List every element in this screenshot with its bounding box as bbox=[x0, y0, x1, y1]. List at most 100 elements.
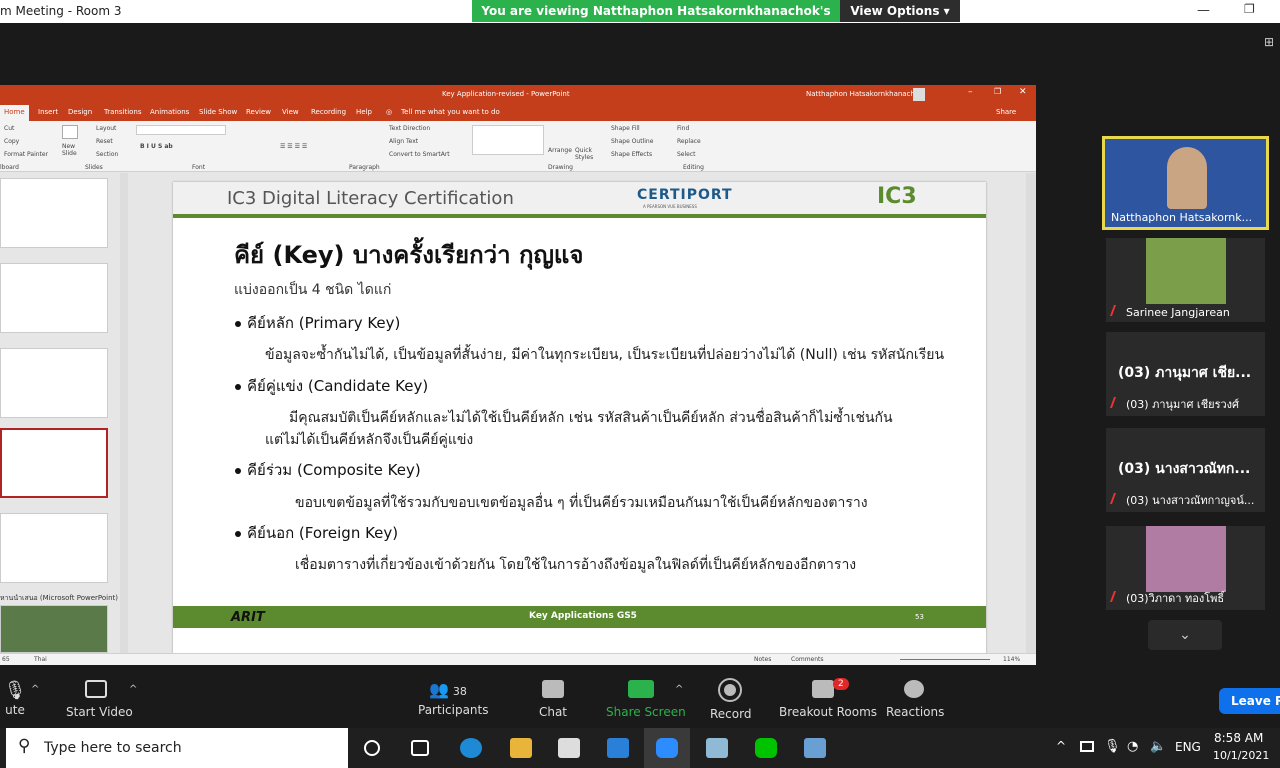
tab-recording[interactable]: Recording bbox=[311, 108, 346, 116]
reactions-button[interactable]: Reactions bbox=[886, 680, 944, 719]
font-name-field[interactable] bbox=[136, 125, 226, 135]
shape-effects-button[interactable]: Shape Effects bbox=[611, 151, 652, 158]
name-tile[interactable]: (03) ภานุมาศ เชีย... (03) ภานุมาศ เชียรว… bbox=[1106, 332, 1265, 416]
replace-button[interactable]: Replace bbox=[677, 138, 701, 145]
task-view-icon[interactable] bbox=[411, 740, 429, 756]
network-icon[interactable] bbox=[1080, 741, 1094, 752]
zoom-level[interactable]: 114% bbox=[1003, 656, 1020, 663]
chevron-up-icon[interactable]: ^ bbox=[675, 684, 683, 695]
slide-scrollbar[interactable] bbox=[1026, 173, 1036, 653]
tab-slideshow[interactable]: Slide Show bbox=[199, 108, 237, 116]
align-text-button[interactable]: Align Text bbox=[389, 138, 418, 145]
edge-icon[interactable] bbox=[460, 738, 482, 758]
view-options-button[interactable]: View Options ▾ bbox=[840, 0, 960, 22]
mute-button[interactable]: 🎙 ute bbox=[0, 680, 30, 717]
taskbar-search[interactable]: Type here to search bbox=[6, 728, 348, 768]
bullet-description: ข้อมูลจะซ้ำกันไม่ได้, เป็นข้อมูลที่สั้นง… bbox=[265, 347, 945, 363]
chevron-up-icon[interactable]: ^ bbox=[129, 684, 137, 695]
slide-thumbnail[interactable] bbox=[0, 513, 108, 583]
participants-button[interactable]: 👥 38 Participants bbox=[418, 680, 489, 717]
quick-styles-button[interactable]: Quick Styles bbox=[575, 147, 599, 161]
clock-date[interactable]: 10/1/2021 bbox=[1213, 749, 1269, 762]
thumbnails-scrollbar[interactable] bbox=[120, 173, 128, 653]
section-caption: หานนำเสนอ (Microsoft PowerPoint) bbox=[0, 594, 119, 602]
video-tile-active-speaker[interactable]: Natthaphon Hatsakornk... bbox=[1102, 136, 1269, 230]
input-language[interactable]: ENG bbox=[1175, 740, 1201, 754]
tab-design[interactable]: Design bbox=[68, 108, 92, 116]
slide-thumbnail[interactable] bbox=[0, 605, 108, 653]
layout-button[interactable]: Layout bbox=[96, 125, 116, 132]
participant-name: (03) ภานุมาศ เชียรวงศ์ bbox=[1109, 395, 1239, 413]
share-screen-button[interactable]: Share Screen bbox=[606, 680, 686, 719]
align-icons[interactable]: ☰ ☰ ☰ ☰ bbox=[280, 143, 307, 150]
shared-powerpoint-window: Key Application-revised - PowerPoint Nat… bbox=[0, 85, 1036, 665]
shape-outline-button[interactable]: Shape Outline bbox=[611, 138, 653, 145]
mic-muted-icon bbox=[1109, 591, 1123, 602]
shape-fill-button[interactable]: Shape Fill bbox=[611, 125, 640, 132]
zoom-icon[interactable] bbox=[656, 738, 678, 758]
mic-icon[interactable]: 🎙 bbox=[1104, 739, 1121, 754]
participant-display-name: (03) นางสาวณัทก... bbox=[1118, 461, 1251, 477]
copy-button[interactable]: Copy bbox=[4, 138, 19, 145]
find-button[interactable]: Find bbox=[677, 125, 689, 132]
notepad-icon[interactable] bbox=[706, 738, 728, 758]
reset-button[interactable]: Reset bbox=[96, 138, 113, 145]
cut-button[interactable]: Cut bbox=[4, 125, 14, 132]
tab-review[interactable]: Review bbox=[246, 108, 271, 116]
clock-time[interactable]: 8:58 AM bbox=[1214, 731, 1263, 745]
wifi-icon[interactable]: ◔ bbox=[1127, 739, 1138, 754]
slide-subtitle: แบ่งออกเป็น 4 ชนิด ไดแก่ bbox=[234, 282, 392, 298]
chevron-up-icon[interactable]: ^ bbox=[31, 684, 39, 695]
share-button[interactable]: Share bbox=[996, 108, 1016, 116]
comments-button[interactable]: Comments bbox=[791, 656, 824, 663]
shapes-gallery[interactable] bbox=[472, 125, 544, 155]
name-tile[interactable]: (03) นางสาวณัทก... (03) นางสาวณัทกาญจน์.… bbox=[1106, 428, 1265, 512]
tab-home[interactable]: Home bbox=[0, 105, 29, 121]
cortana-icon[interactable] bbox=[364, 740, 380, 756]
line-icon[interactable] bbox=[755, 738, 777, 758]
bold-button[interactable]: B I U S ab bbox=[140, 143, 173, 150]
tab-insert[interactable]: Insert bbox=[38, 108, 58, 116]
mail-icon[interactable] bbox=[607, 738, 629, 758]
restore-icon[interactable]: ❐ bbox=[994, 87, 1001, 96]
new-slide-button[interactable]: New Slide bbox=[62, 143, 80, 157]
leave-room-button[interactable]: Leave Ro bbox=[1219, 688, 1280, 714]
tab-help[interactable]: Help bbox=[356, 108, 372, 116]
chevron-up-icon[interactable]: ^ bbox=[1056, 739, 1066, 753]
chat-button[interactable]: Chat bbox=[538, 680, 568, 719]
restore-icon[interactable]: ❐ bbox=[1244, 2, 1255, 16]
breakout-rooms-button[interactable]: 2 Breakout Rooms bbox=[779, 678, 877, 719]
video-tile[interactable]: (03)วิภาดา ทองโพธิ์ bbox=[1106, 526, 1265, 610]
store-icon[interactable] bbox=[558, 738, 580, 758]
app-icon[interactable] bbox=[804, 738, 826, 758]
video-tile[interactable]: Sarinee Jangjarean bbox=[1106, 238, 1265, 322]
zoom-slider[interactable] bbox=[900, 659, 990, 660]
minimize-icon[interactable]: — bbox=[1197, 3, 1210, 18]
convert-smartart-button[interactable]: Convert to SmartArt bbox=[389, 151, 450, 158]
start-video-button[interactable]: Start Video bbox=[66, 680, 133, 719]
tab-transitions[interactable]: Transitions bbox=[104, 108, 142, 116]
grid-view-icon[interactable]: ⊞ bbox=[1264, 35, 1274, 49]
new-slide-icon[interactable] bbox=[62, 125, 78, 139]
slide-thumbnail[interactable] bbox=[0, 348, 108, 418]
volume-icon[interactable]: 🔈 bbox=[1150, 739, 1166, 754]
notes-button[interactable]: Notes bbox=[754, 656, 771, 663]
file-explorer-icon[interactable] bbox=[510, 738, 532, 758]
tab-view[interactable]: View bbox=[282, 108, 299, 116]
format-painter-button[interactable]: Format Painter bbox=[4, 151, 48, 158]
slide-thumbnail-selected[interactable] bbox=[0, 428, 108, 498]
chat-icon bbox=[542, 680, 564, 698]
minimize-icon[interactable]: – bbox=[968, 87, 973, 97]
text-direction-button[interactable]: Text Direction bbox=[389, 125, 430, 132]
tab-animations[interactable]: Animations bbox=[150, 108, 189, 116]
select-button[interactable]: Select bbox=[677, 151, 696, 158]
chevron-down-icon[interactable]: ⌄ bbox=[1148, 620, 1222, 650]
slide-thumbnail[interactable] bbox=[0, 178, 108, 248]
slide-thumbnail[interactable] bbox=[0, 263, 108, 333]
tell-me-search[interactable]: Tell me what you want to do bbox=[401, 108, 500, 116]
close-icon[interactable]: ✕ bbox=[1019, 87, 1027, 97]
arrange-button[interactable]: Arrange bbox=[548, 147, 572, 154]
section-button[interactable]: Section bbox=[96, 151, 118, 158]
status-language[interactable]: Thai bbox=[34, 656, 47, 663]
record-button[interactable]: Record bbox=[710, 678, 751, 721]
